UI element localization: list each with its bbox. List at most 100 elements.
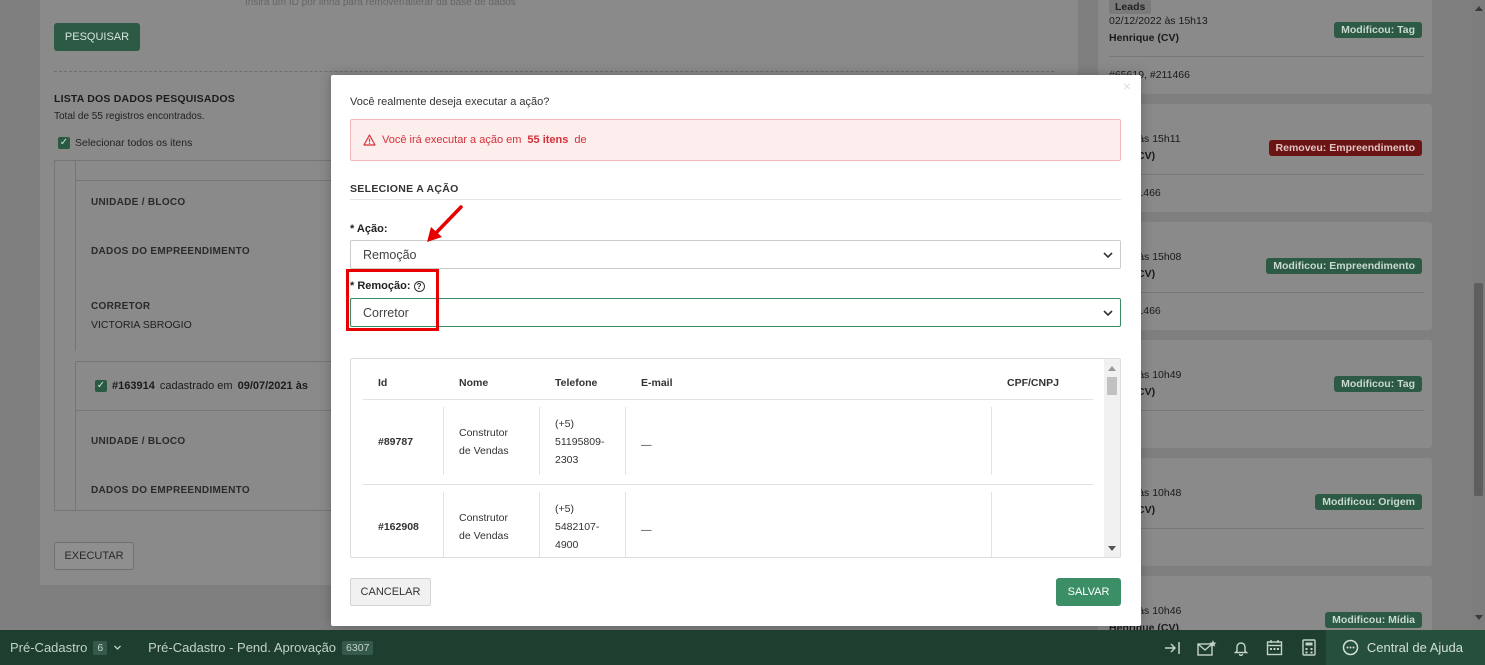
activity-card: ls /2022 às 15h11 ique (CV) Removeu: Emp… — [1098, 104, 1432, 212]
calendar-icon[interactable] — [1258, 630, 1292, 665]
broker-value: VICTORIA SBROGIO — [91, 319, 192, 331]
alert-count: 55 itens — [527, 134, 569, 146]
scroll-up-arrow-icon[interactable] — [1475, 6, 1483, 11]
cancel-button[interactable]: CANCELAR — [350, 578, 431, 606]
unit-label: UNIDADE / BLOCO — [91, 197, 186, 208]
activity-badge: Modificou: Origem — [1315, 494, 1422, 510]
annotation-arrow-icon — [427, 205, 463, 242]
warning-alert: Você irá executar a ação em 55 itens de — [350, 119, 1121, 161]
activity-date: 02/12/2022 às 15h13 — [1109, 15, 1208, 27]
row-phone: 4900 — [555, 539, 579, 551]
registered-text: cadastrado em — [159, 380, 233, 392]
broker-label: CORRETOR — [91, 301, 151, 312]
activity-card: ls /2022 às 10h49 ique (CV) Modificou: T… — [1098, 340, 1432, 448]
close-icon[interactable]: × — [1123, 78, 1131, 94]
project-label: DADOS DO EMPREENDIMENTO — [91, 246, 250, 257]
row-phone: 5482107- — [555, 521, 600, 533]
mail-star-icon[interactable] — [1190, 630, 1224, 665]
row-name: de Vendas — [459, 445, 509, 457]
cell-divider — [625, 407, 626, 475]
column-header-id: Id — [378, 377, 388, 389]
row-phone: 51195809- — [555, 436, 605, 448]
activity-separator — [1109, 292, 1424, 293]
row-email: — — [641, 439, 652, 451]
column-header-phone: Telefone — [555, 377, 598, 389]
activity-badge: Modificou: Tag — [1334, 376, 1422, 392]
record-id: #163914 — [112, 380, 155, 392]
tab-pre-cadastro[interactable]: Pré-Cadastro 6 — [0, 630, 132, 665]
tab-count: 6307 — [342, 640, 374, 655]
row-id: #162908 — [378, 521, 419, 533]
checkbox-checked-icon: ✓ — [58, 137, 70, 149]
row-phone: 2303 — [555, 454, 579, 466]
row-name: de Vendas — [459, 530, 509, 542]
search-button[interactable]: PESQUISAR — [54, 23, 140, 51]
scroll-thumb[interactable] — [1107, 377, 1117, 395]
section-title: SELECIONE A AÇÃO — [350, 183, 459, 195]
table-divider — [363, 399, 1093, 400]
page-scrollbar[interactable] — [1472, 0, 1485, 630]
cell-divider — [991, 492, 992, 557]
registered-date: 09/07/2021 às — [237, 380, 308, 392]
confirm-question: Você realmente deseja executar a ação? — [350, 96, 550, 108]
activity-badge: Modificou: Mídia — [1325, 612, 1422, 628]
removal-select[interactable]: Corretor — [350, 298, 1121, 327]
activity-badge: Modificou: Empreendimento — [1266, 258, 1422, 274]
scroll-up-arrow-icon[interactable] — [1108, 366, 1116, 371]
bottom-actions: Central de Ajuda — [1156, 630, 1485, 665]
column-header-document: CPF/CNPJ — [1007, 377, 1059, 389]
table-divider — [363, 484, 1093, 485]
activity-card: ls /2022 às 15h08 ique (CV) Modificou: E… — [1098, 222, 1432, 330]
save-button[interactable]: SALVAR — [1056, 578, 1121, 606]
project-label: DADOS DO EMPREENDIMENTO — [91, 485, 250, 496]
row-name: Construtor — [459, 427, 509, 439]
checkbox-checked-icon: ✓ — [95, 380, 107, 392]
activity-title: Leads — [1109, 0, 1152, 14]
cell-divider — [625, 492, 626, 557]
activity-separator — [1109, 410, 1424, 411]
alert-text-prefix: Você irá executar a ação em — [382, 134, 522, 146]
action-modal: × Você realmente deseja executar a ação?… — [331, 75, 1141, 626]
list-title: LISTA DOS DADOS PESQUISADOS — [54, 93, 236, 105]
bottom-taskbar: Pré-Cadastro 6 Pré-Cadastro - Pend. Apro… — [0, 630, 1485, 665]
warning-icon — [363, 134, 376, 146]
row-phone: (+5) — [555, 418, 574, 430]
cell-divider — [991, 407, 992, 475]
help-center-label: Central de Ajuda — [1366, 640, 1463, 655]
cell-divider — [443, 407, 444, 475]
logout-icon[interactable] — [1156, 630, 1190, 665]
ids-hint: Insira um ID por linha para remover/alte… — [245, 0, 516, 8]
scroll-down-arrow-icon[interactable] — [1475, 615, 1483, 620]
row-phone: (+5) — [555, 503, 574, 515]
activity-badge: Modificou: Tag — [1334, 22, 1422, 38]
record-checkbox-row[interactable]: ✓ #163914 cadastrado em 09/07/2021 às — [95, 380, 308, 392]
activity-user: Henrique (CV) — [1109, 32, 1180, 44]
activity-card: ls /2022 às 10h48 ique (CV) Modificou: O… — [1098, 458, 1432, 566]
bell-icon[interactable] — [1224, 630, 1258, 665]
table-scrollbar[interactable] — [1104, 359, 1120, 557]
select-all-checkbox[interactable]: ✓ Selecionar todos os itens — [58, 137, 192, 149]
chat-icon — [1342, 639, 1359, 656]
help-center-button[interactable]: Central de Ajuda — [1325, 630, 1485, 665]
activity-badge: Removeu: Empreendimento — [1268, 140, 1422, 156]
calculator-icon[interactable] — [1292, 630, 1326, 665]
select-all-label: Selecionar todos os itens — [75, 137, 193, 149]
activity-separator — [1109, 56, 1424, 57]
tab-pre-cadastro-pending[interactable]: Pré-Cadastro - Pend. Aprovação 6307 — [132, 630, 383, 665]
action-select-value: Remoção — [363, 247, 417, 262]
scroll-down-arrow-icon[interactable] — [1108, 546, 1116, 551]
items-table: Id Nome Telefone E-mail CPF/CNPJ #89787 … — [350, 358, 1121, 558]
row-name: Construtor — [459, 512, 509, 524]
execute-button[interactable]: EXECUTAR — [54, 542, 134, 570]
total-count: Total de 55 registros encontrados. — [54, 111, 205, 122]
cell-divider — [539, 492, 540, 557]
cell-divider — [443, 492, 444, 557]
chevron-down-icon — [114, 645, 122, 650]
row-id: #89787 — [378, 436, 414, 448]
unit-label: UNIDADE / BLOCO — [91, 436, 186, 447]
chevron-down-icon — [1103, 310, 1113, 317]
row-email: — — [641, 524, 652, 536]
section-divider — [350, 199, 1121, 200]
action-label: * Ação: — [350, 223, 388, 235]
scroll-thumb[interactable] — [1474, 283, 1483, 496]
